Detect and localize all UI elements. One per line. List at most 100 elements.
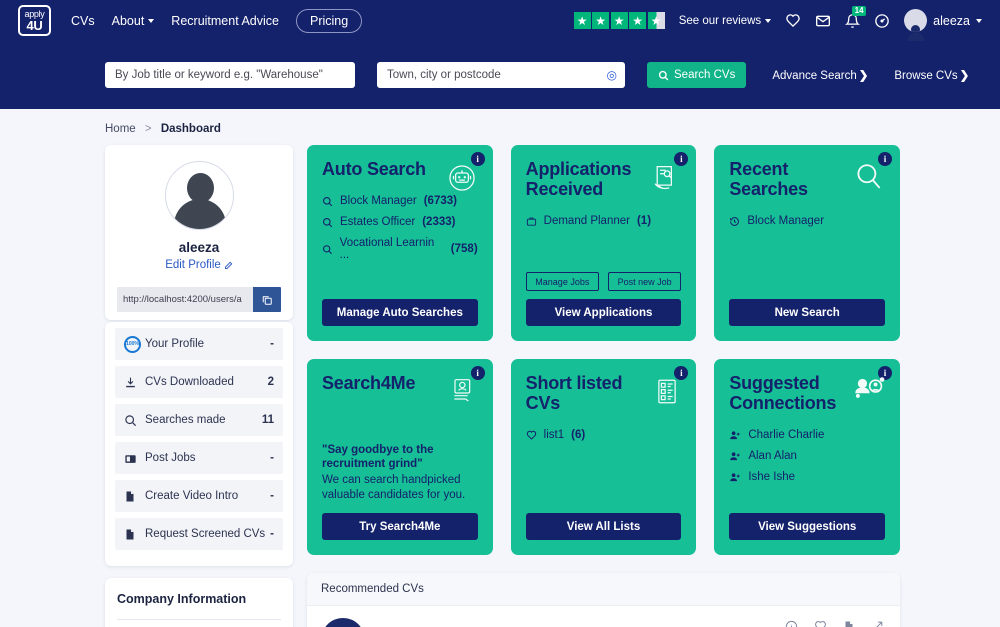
company-information-title: Company Information	[117, 592, 247, 606]
profile-url-row: http://localhost:4200/users/a	[117, 287, 281, 312]
view-all-lists-button[interactable]: View All Lists	[525, 513, 682, 540]
chevron-down-icon	[148, 18, 155, 23]
nav-link-cvs[interactable]: CVs	[71, 14, 95, 28]
messages-envelope-icon[interactable]	[815, 13, 831, 29]
search-icon	[124, 414, 142, 427]
chevron-right-icon: ❯	[959, 70, 970, 82]
tile-list: list1 (6)	[526, 429, 682, 441]
nav-link-recruitment-advice[interactable]: Recruitment Advice	[171, 14, 279, 28]
star-icon-1: ★	[573, 12, 591, 29]
sidebar-item-label: CVs Downloaded	[145, 376, 234, 388]
add-person-icon	[730, 473, 740, 481]
list-item-label: Estates Officer	[340, 216, 416, 229]
nav-link-cvs-label: CVs	[71, 13, 95, 28]
nav-link-recruitment-advice-label: Recruitment Advice	[171, 13, 279, 28]
people-icon	[852, 375, 886, 410]
tile-list: Charlie Charlie Alan Alan Ishe Ishe	[729, 429, 885, 483]
list-item[interactable]: Demand Planner (1)	[526, 215, 682, 227]
sidebar-item-create-video-intro[interactable]: Create Video Intro -	[115, 480, 283, 512]
sidebar-item-label: Searches made	[145, 414, 226, 426]
view-suggestions-button[interactable]: View Suggestions	[729, 513, 885, 540]
list-item[interactable]: Charlie Charlie	[729, 429, 885, 441]
sidebar-item-label: Post Jobs	[145, 452, 196, 464]
list-item[interactable]: Alan Alan	[729, 450, 885, 462]
user-menu[interactable]: aleeza	[904, 9, 982, 41]
share-icon[interactable]	[871, 620, 884, 627]
list-item[interactable]: list1 (6)	[526, 429, 682, 441]
breadcrumb-current: Dashboard	[160, 123, 221, 135]
try-search4me-button[interactable]: Try Search4Me	[322, 513, 478, 540]
profile-url-value[interactable]: http://localhost:4200/users/a	[117, 287, 253, 312]
pencil-icon	[224, 261, 233, 269]
post-new-job-button[interactable]: Post new Job	[608, 272, 682, 291]
candidate-avatar[interactable]	[321, 618, 365, 627]
apply4u-logo[interactable]: apply 4U	[18, 5, 51, 36]
keyword-search-input[interactable]	[105, 62, 355, 88]
manage-auto-searches-button[interactable]: Manage Auto Searches	[322, 299, 478, 326]
geolocation-icon[interactable]: ◎	[607, 69, 617, 81]
download-cv-icon[interactable]	[843, 620, 855, 627]
browse-cvs-link[interactable]: Browse CVs ❯	[894, 68, 969, 82]
tile-title: Recent Searches	[729, 159, 808, 200]
sidebar-item-value: -	[270, 338, 274, 350]
sidebar-item-value: -	[270, 452, 274, 464]
tile-title: Search4Me	[322, 373, 416, 393]
manage-jobs-button[interactable]: Manage Jobs	[525, 272, 599, 291]
copy-url-button[interactable]	[253, 287, 281, 312]
search-cvs-button[interactable]: Search CVs	[647, 62, 747, 88]
dashboard-layout: aleeza Edit Profile http://localhost:420…	[105, 145, 900, 627]
avatar	[904, 9, 928, 41]
chevron-down-icon	[976, 18, 982, 23]
nav-right-cluster: ★ ★ ★ ★ ★ See our reviews 14 aleeza	[573, 5, 982, 41]
search-icon	[323, 217, 333, 227]
quote-regular: We can search handpicked valuable candid…	[322, 474, 466, 501]
magnifier-icon	[852, 161, 886, 200]
shortlist-heart-icon[interactable]	[814, 620, 827, 627]
tile-list: Block Manager	[729, 215, 885, 227]
notifications-bell-icon[interactable]: 14	[845, 5, 867, 29]
list-item[interactable]: Estates Officer (2333)	[322, 216, 478, 228]
profile-name: aleeza	[178, 240, 220, 255]
list-item[interactable]: Block Manager	[729, 215, 885, 227]
sidebar-item-request-screened-cvs[interactable]: Request Screened CVs -	[115, 518, 283, 550]
sidebar-item-value: 11	[261, 414, 274, 426]
sidebar-item-searches-made[interactable]: Searches made 11	[115, 404, 283, 436]
breadcrumb-home[interactable]: Home	[105, 123, 136, 135]
favourites-heart-icon[interactable]	[785, 13, 801, 29]
view-applications-button[interactable]: View Applications	[525, 299, 682, 326]
list-item[interactable]: Ishe Ishe	[729, 471, 885, 483]
search-icon	[323, 244, 332, 254]
candidate-action-icons	[785, 620, 884, 627]
tile-title: Applications Received	[525, 159, 632, 200]
trustpilot-stars[interactable]: ★ ★ ★ ★ ★	[573, 12, 665, 29]
list-item-label: Block Manager	[340, 195, 417, 208]
list-item-count: (6)	[571, 429, 586, 442]
tile-title: Suggested Connections	[729, 373, 837, 414]
advance-search-link[interactable]: Advance Search ❯	[772, 68, 868, 82]
new-search-button[interactable]: New Search	[729, 299, 885, 326]
profile-avatar[interactable]	[164, 161, 234, 230]
sidebar-item-value: -	[270, 528, 274, 540]
sidebar-item-cvs-downloaded[interactable]: CVs Downloaded 2	[115, 366, 283, 398]
sidebar-item-your-profile[interactable]: 100% Your Profile -	[115, 328, 283, 360]
info-icon[interactable]	[785, 620, 798, 627]
advance-search-label: Advance Search	[772, 70, 857, 82]
sidebar-item-post-jobs[interactable]: Post Jobs -	[115, 442, 283, 474]
search-bar: ◎ Search CVs Advance Search❯ Browse CVs❯	[0, 41, 1000, 109]
top-navigation-bar: apply 4U CVs About Recruitment Advice Pr…	[0, 0, 1000, 41]
star-icon-3: ★	[610, 12, 628, 29]
notification-count-badge: 14	[852, 5, 867, 16]
search-icon	[658, 70, 669, 80]
location-search-input[interactable]	[377, 62, 625, 88]
pricing-button[interactable]: Pricing	[295, 8, 363, 33]
star-icon-2: ★	[592, 12, 610, 29]
list-item[interactable]: Vocational Learnin ... (758)	[322, 237, 478, 261]
sidebar-item-label: Request Screened CVs	[145, 528, 266, 540]
edit-profile-link[interactable]: Edit Profile	[165, 259, 233, 271]
nav-link-about-label: About	[111, 13, 145, 28]
see-our-reviews-link[interactable]: See our reviews	[679, 15, 772, 27]
nav-link-about[interactable]: About	[112, 14, 155, 28]
dashboard-gauge-icon[interactable]	[874, 13, 890, 29]
